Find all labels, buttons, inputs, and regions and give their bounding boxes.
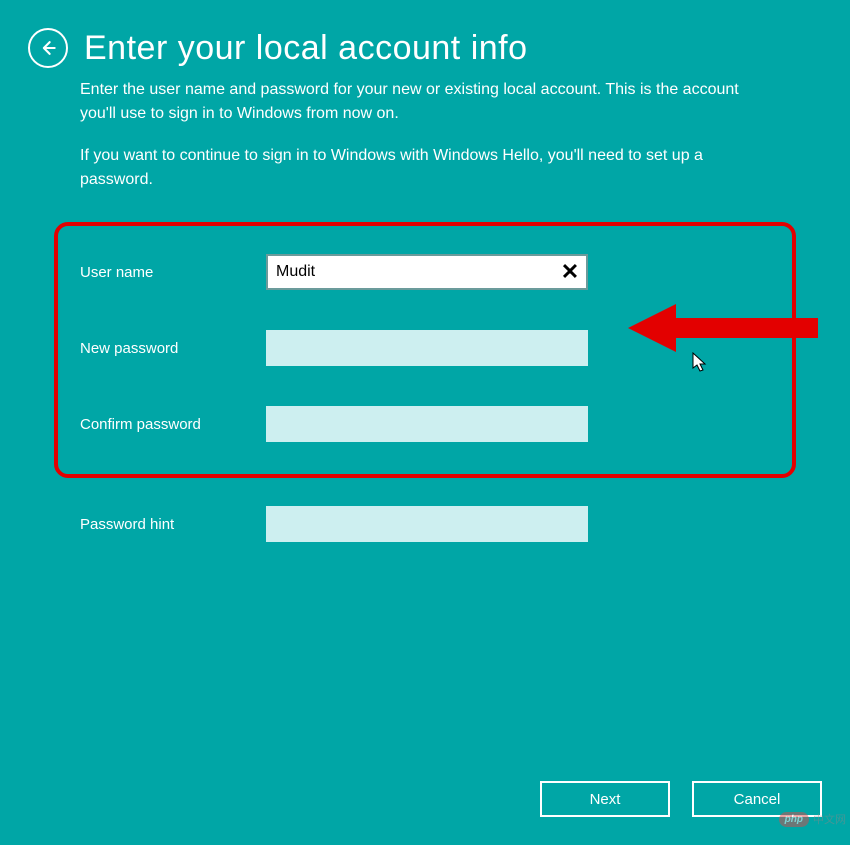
username-input[interactable] [266, 254, 588, 290]
arrow-left-icon [38, 38, 58, 58]
confirm-password-input[interactable] [266, 406, 588, 442]
instruction-paragraph-1: Enter the user name and password for you… [80, 78, 770, 126]
highlighted-form-section: User name ✕ New password Confirm passwor… [54, 222, 796, 478]
instructions: Enter the user name and password for you… [80, 78, 770, 192]
new-password-input[interactable] [266, 330, 588, 366]
password-hint-label: Password hint [80, 516, 266, 533]
back-button[interactable] [28, 28, 68, 68]
cancel-button[interactable]: Cancel [692, 781, 822, 817]
instruction-paragraph-2: If you want to continue to sign in to Wi… [80, 144, 770, 192]
username-label: User name [80, 264, 266, 281]
next-button[interactable]: Next [540, 781, 670, 817]
new-password-label: New password [80, 340, 266, 357]
password-hint-input[interactable] [266, 506, 588, 542]
confirm-password-label: Confirm password [80, 416, 266, 433]
page-title: Enter your local account info [84, 29, 528, 68]
close-icon: ✕ [561, 259, 579, 285]
clear-username-button[interactable]: ✕ [558, 260, 582, 284]
